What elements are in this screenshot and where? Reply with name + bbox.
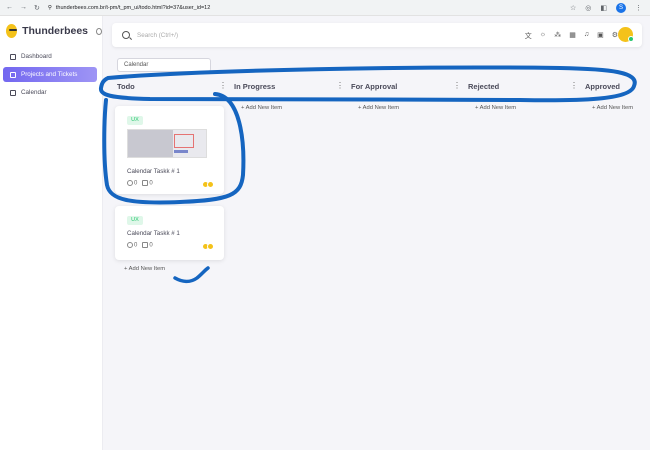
annotation-card-outline: [102, 92, 246, 205]
annotation-checkmark: [173, 266, 210, 284]
annotation-header-outline: [99, 65, 637, 103]
annotation-overlay: [99, 65, 637, 284]
